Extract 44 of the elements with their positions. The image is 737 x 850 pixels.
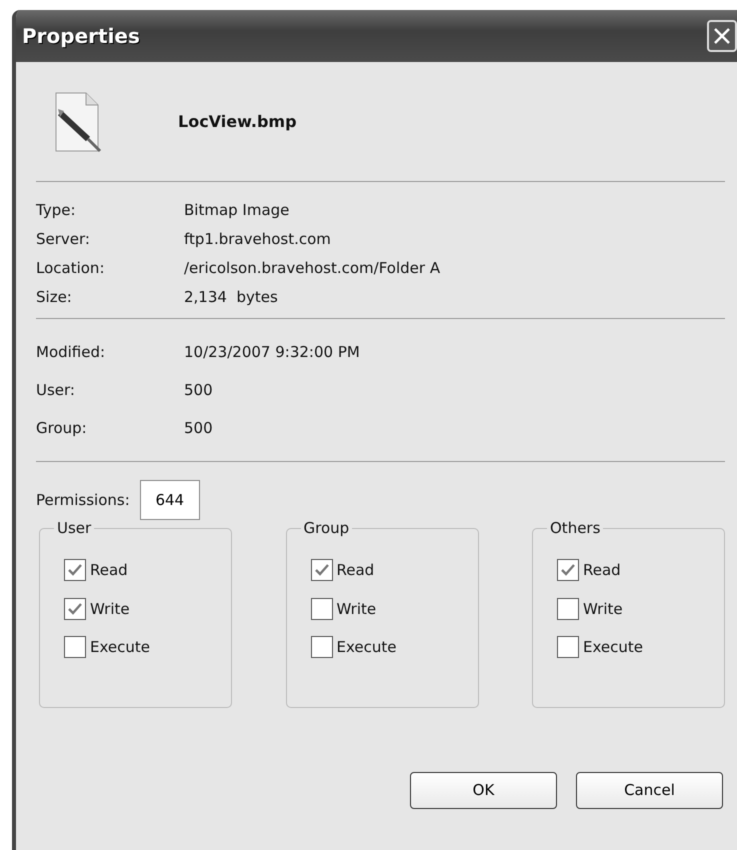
field-value: Bitmap Image	[184, 200, 290, 222]
checkbox-label: Execute	[583, 637, 643, 658]
check-icon	[560, 563, 576, 578]
checkbox-label: Read	[583, 560, 621, 581]
field-value: 500	[184, 380, 213, 401]
field-label: Location:	[36, 258, 106, 280]
field-label: Server:	[36, 229, 91, 250]
checkbox[interactable]	[310, 559, 332, 582]
field-label: Group:	[36, 418, 88, 439]
field-label: User:	[36, 380, 76, 401]
checkbox[interactable]	[64, 598, 86, 620]
field-label: Type:	[36, 200, 77, 222]
checkbox-label: Read	[336, 560, 374, 581]
check-icon	[314, 563, 330, 578]
checkbox[interactable]	[557, 559, 579, 582]
checkbox-label: Write	[336, 598, 376, 620]
field-value: /ericolson.bravehost.com/Folder A	[184, 258, 440, 280]
field-value: ftp1.bravehost.com	[184, 229, 331, 250]
close-button[interactable]	[707, 20, 737, 52]
ok-button[interactable]: OK	[410, 772, 557, 809]
checkbox[interactable]	[310, 598, 332, 620]
field-value: 2,134 bytes	[184, 287, 278, 308]
field-value: 500	[184, 418, 213, 439]
checkbox[interactable]	[64, 559, 86, 582]
field-label: Size:	[36, 287, 73, 308]
permissions-label: Permissions:	[36, 490, 130, 511]
checkbox[interactable]	[557, 636, 579, 658]
checkbox-label: Write	[583, 598, 623, 620]
check-icon	[67, 563, 83, 578]
window-title: Properties	[22, 23, 140, 50]
permissions-field[interactable]: 644	[140, 480, 200, 520]
close-icon	[712, 26, 732, 46]
checkbox-label: Read	[90, 560, 128, 581]
checkbox[interactable]	[64, 636, 86, 658]
check-icon	[67, 602, 83, 616]
checkbox-label: Write	[90, 598, 130, 620]
field-value: 10/23/2007 9:32:00 PM	[184, 342, 360, 363]
field-label: Modified:	[36, 342, 106, 363]
checkbox-label: Execute	[90, 637, 150, 658]
file-name: LocView.bmp	[178, 110, 297, 132]
checkbox-label: Execute	[336, 637, 396, 658]
checkbox[interactable]	[557, 598, 579, 620]
checkbox[interactable]	[310, 636, 332, 658]
cancel-button[interactable]: Cancel	[576, 772, 723, 809]
